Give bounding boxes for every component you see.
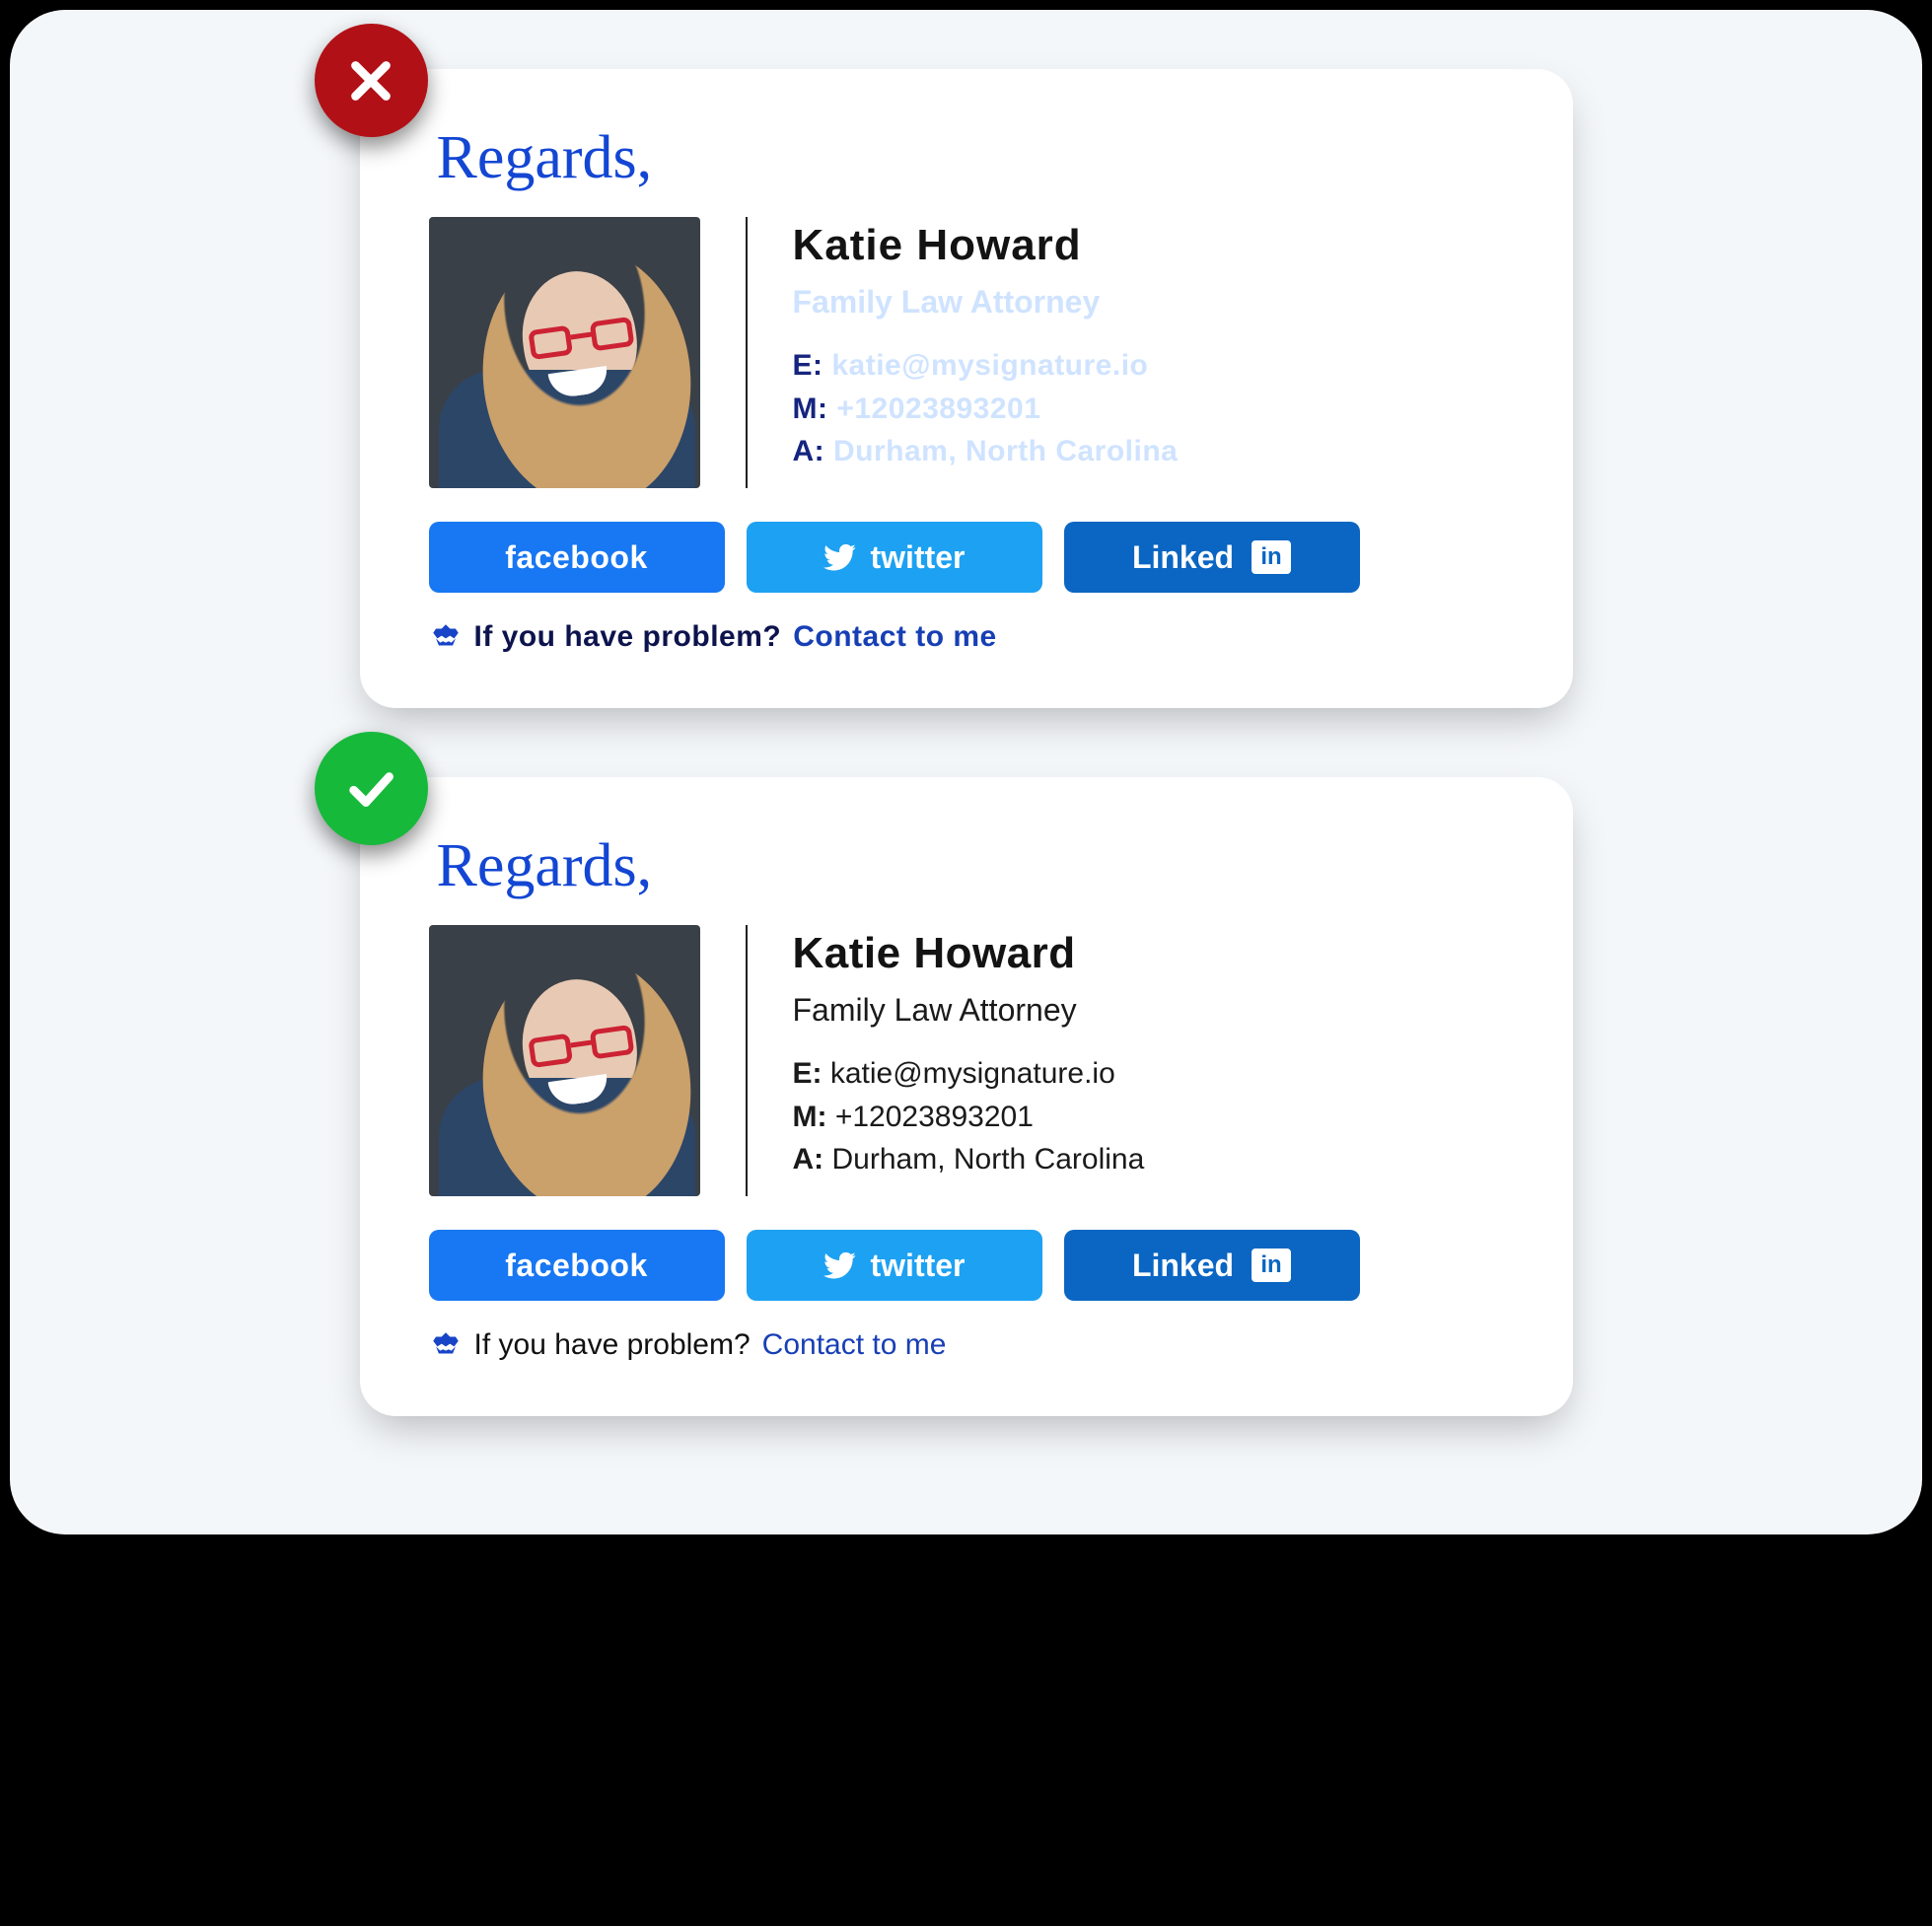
figure-frame: Regards, Katie Howard Family Law Attorne… [0,0,1932,1544]
twitter-button[interactable]: twitter [747,522,1042,593]
twitter-button[interactable]: twitter [747,1230,1042,1301]
contact-info: Katie Howard Family Law Attorney E: kati… [793,925,1145,1196]
vertical-divider [746,217,748,488]
contact-phone: M: +12023893201 [793,1096,1145,1139]
salutation: Regards, [437,831,1504,901]
social-buttons: facebook twitter Linked in [429,522,1504,593]
cta-row: If you have problem? Contact to me [429,620,1504,654]
cross-badge [315,24,428,137]
twitter-icon [823,540,857,574]
person-name: Katie Howard [793,929,1145,978]
facebook-button[interactable]: facebook [429,522,725,593]
profile-photo [429,925,700,1196]
contact-list: E: katie@mysignature.io M: +12023893201 … [793,1052,1145,1181]
twitter-label: twitter [871,539,966,576]
social-buttons: facebook twitter Linked in [429,1230,1504,1301]
linkedin-label: Linked [1132,1248,1234,1284]
person-role: Family Law Attorney [793,992,1145,1029]
handshake-icon [429,620,463,654]
cross-icon [340,50,401,111]
linkedin-button[interactable]: Linked in [1064,1230,1360,1301]
contact-address: A: Durham, North Carolina [793,430,1179,473]
twitter-icon [823,1248,857,1282]
contact-phone: M: +12023893201 [793,388,1179,431]
signature-row: Katie Howard Family Law Attorney E: kati… [429,217,1504,488]
vertical-divider [746,925,748,1196]
cta-question: If you have problem? [474,1328,751,1362]
check-badge [315,732,428,845]
contact-info: Katie Howard Family Law Attorney E: kati… [793,217,1179,488]
linkedin-in-box: in [1252,540,1291,574]
contact-address: A: Durham, North Carolina [793,1138,1145,1181]
contact-email: E: katie@mysignature.io [793,1052,1145,1096]
contact-list: E: katie@mysignature.io M: +12023893201 … [793,344,1179,473]
twitter-label: twitter [871,1248,966,1284]
linkedin-button[interactable]: Linked in [1064,522,1360,593]
cta-link[interactable]: Contact to me [793,620,997,654]
cta-question: If you have problem? [474,620,782,654]
cards-stack: Regards, Katie Howard Family Law Attorne… [10,69,1922,1416]
contact-email: E: katie@mysignature.io [793,344,1179,388]
signature-card-good: Regards, Katie Howard Family Law Attorne… [360,777,1573,1416]
profile-photo [429,217,700,488]
facebook-button[interactable]: facebook [429,1230,725,1301]
linkedin-label: Linked [1132,539,1234,576]
comparison-panel: Regards, Katie Howard Family Law Attorne… [10,10,1922,1534]
salutation: Regards, [437,123,1504,193]
linkedin-in-box: in [1252,1248,1291,1282]
signature-card-bad: Regards, Katie Howard Family Law Attorne… [360,69,1573,708]
cta-row: If you have problem? Contact to me [429,1328,1504,1362]
person-role: Family Law Attorney [793,284,1179,321]
bad-example-wrap: Regards, Katie Howard Family Law Attorne… [360,69,1573,708]
handshake-icon [429,1328,463,1362]
good-example-wrap: Regards, Katie Howard Family Law Attorne… [360,777,1573,1416]
check-icon [340,758,401,820]
facebook-label: facebook [505,539,647,576]
facebook-label: facebook [505,1248,647,1284]
cta-link[interactable]: Contact to me [762,1328,947,1362]
signature-row: Katie Howard Family Law Attorney E: kati… [429,925,1504,1196]
person-name: Katie Howard [793,221,1179,270]
